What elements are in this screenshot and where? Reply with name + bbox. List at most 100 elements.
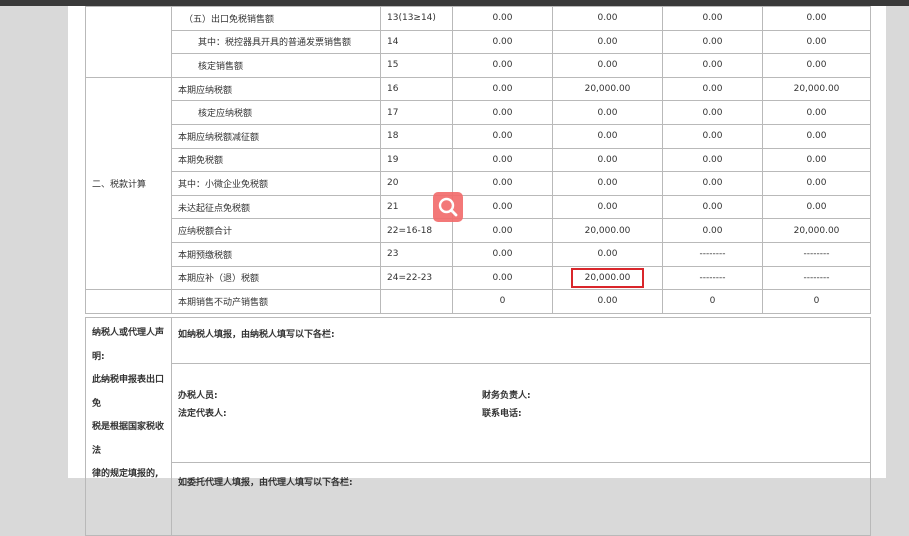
- value-cell: 0.00: [452, 171, 553, 196]
- value-cell: 0.00: [552, 123, 663, 149]
- value-cell: --------: [762, 241, 871, 267]
- value-cell: 0.00: [662, 6, 763, 31]
- table-row: 二、税款计算 本期应纳税额 16 0.00 20,000.00 0.00 20,000.00: [85, 76, 871, 291]
- value-cell: 0: [452, 289, 553, 314]
- value-cell: 0.00: [452, 241, 553, 267]
- row-number: 17: [380, 100, 453, 125]
- value-cell: 0.00: [762, 147, 871, 173]
- value-cell: 0.00: [552, 289, 663, 314]
- value-cell: 0.00: [662, 53, 763, 78]
- agent-fill-note: 如委托代理人填报，由代理人填写以下各栏:: [171, 462, 871, 536]
- section-cell-continued: [85, 6, 172, 78]
- declaration-section: 纳税人或代理人声 明: 此纳税申报表出口 免 税是根据国家税收 法 律的规定填报…: [85, 317, 871, 536]
- row-label: 核定销售额: [171, 53, 381, 78]
- table-row: 应纳税额合计 22=16-18 0.00 20,000.00 0.00 20,000.00: [86, 218, 871, 243]
- value-cell: 0.00: [452, 76, 553, 102]
- row-label: 未达起征点免税额: [171, 194, 381, 220]
- phone-label: 联系电话:: [482, 409, 522, 419]
- value-cell: 0.00: [552, 29, 663, 55]
- value-cell: 0.00: [762, 6, 871, 31]
- tax-calculation-table: （五）出口免税销售额 13(13≥14) 0.00 0.00 0.00 0.00 其中：税控…: [85, 6, 871, 314]
- value-cell: 0.00: [662, 76, 763, 102]
- taxpayer-sign-block: 办税人员: 财务负责人: 法定代表人: 联系电话:: [171, 363, 871, 463]
- row-number: 18: [380, 123, 453, 149]
- row-label: 核定应纳税额: [171, 100, 381, 125]
- value-cell: 20,000.00: [762, 218, 871, 243]
- value-cell: 0.00: [452, 123, 553, 149]
- table-row: 其中：小微企业免税额 20 0.00 0.00 0.00 0.00: [86, 171, 871, 196]
- row-label: 应纳税额合计: [171, 218, 381, 243]
- value-cell: 0.00: [662, 218, 763, 243]
- row-number: 15: [380, 53, 453, 78]
- finance-label: 财务负责人:: [482, 391, 531, 401]
- value-cell: 0.00: [762, 53, 871, 78]
- taxpayer-fill-note: 如纳税人填报，由纳税人填写以下各栏:: [171, 317, 871, 364]
- table-row: 其中：税控器具开具的普通发票销售额 14 0.00 0.00 0.00 0.00: [86, 29, 871, 55]
- value-cell: 20,000.00: [762, 76, 871, 102]
- table-row: 核定销售额 15 0.00 0.00 0.00 0.00: [86, 53, 871, 78]
- row-number: 14: [380, 29, 453, 55]
- table-row: 本期应补（退）税额 24=22-23 0.00 20,000.00 -------- --…: [86, 265, 871, 291]
- row-number: 16: [380, 76, 453, 102]
- row-label: 本期预缴税额: [171, 241, 381, 267]
- row-label: 其中：小微企业免税额: [171, 171, 381, 196]
- table-row: 本期销售不动产销售额 0 0.00 0 0: [85, 289, 871, 314]
- row-number: 13(13≥14): [380, 6, 453, 31]
- table-row: 核定应纳税额 17 0.00 0.00 0.00 0.00: [86, 100, 871, 125]
- value-cell: 0.00: [452, 147, 553, 173]
- value-cell: 0.00: [452, 29, 553, 55]
- value-cell: 0.00: [452, 6, 553, 31]
- section-tax-calc: 二、税款计算: [85, 76, 172, 291]
- value-cell: 0.00: [762, 29, 871, 55]
- tax-form-page: （五）出口免税销售额 13(13≥14) 0.00 0.00 0.00 0.00 其中：税控…: [68, 6, 886, 536]
- table-row: 本期预缴税额 23 0.00 0.00 -------- --------: [86, 241, 871, 267]
- value-cell: 0.00: [552, 100, 663, 125]
- value-cell: 0.00: [662, 147, 763, 173]
- value-cell: 0.00: [552, 194, 663, 220]
- highlight-box: 20,000.00: [570, 267, 645, 288]
- row-label: 本期销售不动产销售额: [171, 289, 381, 314]
- row-number: 23: [380, 241, 453, 267]
- value-cell: 0: [762, 289, 871, 314]
- row-label: （五）出口免税销售额: [171, 6, 381, 31]
- value-cell: 0.00: [662, 123, 763, 149]
- declaration-statement: 纳税人或代理人声 明: 此纳税申报表出口 免 税是根据国家税收 法 律的规定填报…: [85, 317, 172, 536]
- value-cell: --------: [762, 265, 871, 291]
- value-cell: 0.00: [452, 100, 553, 125]
- value-cell: 0: [662, 289, 763, 314]
- value-cell: 20,000.00: [552, 218, 663, 243]
- row-label: 本期免税额: [171, 147, 381, 173]
- value-cell: 0.00: [762, 194, 871, 220]
- value-cell: 0.00: [452, 194, 553, 220]
- section-cell-empty: [85, 289, 172, 314]
- row-number: 24=22-23: [380, 265, 453, 291]
- value-cell: 20,000.00: [552, 76, 663, 102]
- zoom-button[interactable]: [433, 192, 463, 222]
- table-row: 本期应纳税额减征额 18 0.00 0.00 0.00 0.00: [86, 123, 871, 149]
- value-cell: 0.00: [552, 147, 663, 173]
- value-cell: --------: [662, 241, 763, 267]
- value-cell: 0.00: [552, 6, 663, 31]
- table-row: （五）出口免税销售额 13(13≥14) 0.00 0.00 0.00 0.00: [85, 6, 871, 78]
- row-label: 本期应补（退）税额: [171, 265, 381, 291]
- value-cell: --------: [662, 265, 763, 291]
- row-number: 22=16-18: [380, 218, 453, 243]
- value-cell: 0.00: [552, 53, 663, 78]
- value-cell: 0.00: [662, 194, 763, 220]
- value-cell: 0.00: [552, 241, 663, 267]
- table-row: 本期免税额 19 0.00 0.00 0.00 0.00: [86, 147, 871, 173]
- row-number: [380, 289, 453, 314]
- value-cell: 0.00: [452, 53, 553, 78]
- value-cell: 0.00: [762, 123, 871, 149]
- value-cell: 0.00: [552, 171, 663, 196]
- value-cell: 0.00: [452, 265, 553, 291]
- value-cell: 0.00: [762, 100, 871, 125]
- row-label: 本期应纳税额: [171, 76, 381, 102]
- value-cell: 0.00: [452, 218, 553, 243]
- value-cell: 0.00: [662, 171, 763, 196]
- row-number: 19: [380, 147, 453, 173]
- value-cell: 0.00: [662, 100, 763, 125]
- value-cell: 0.00: [762, 171, 871, 196]
- row-label: 其中：税控器具开具的普通发票销售额: [171, 29, 381, 55]
- search-icon: [438, 197, 458, 217]
